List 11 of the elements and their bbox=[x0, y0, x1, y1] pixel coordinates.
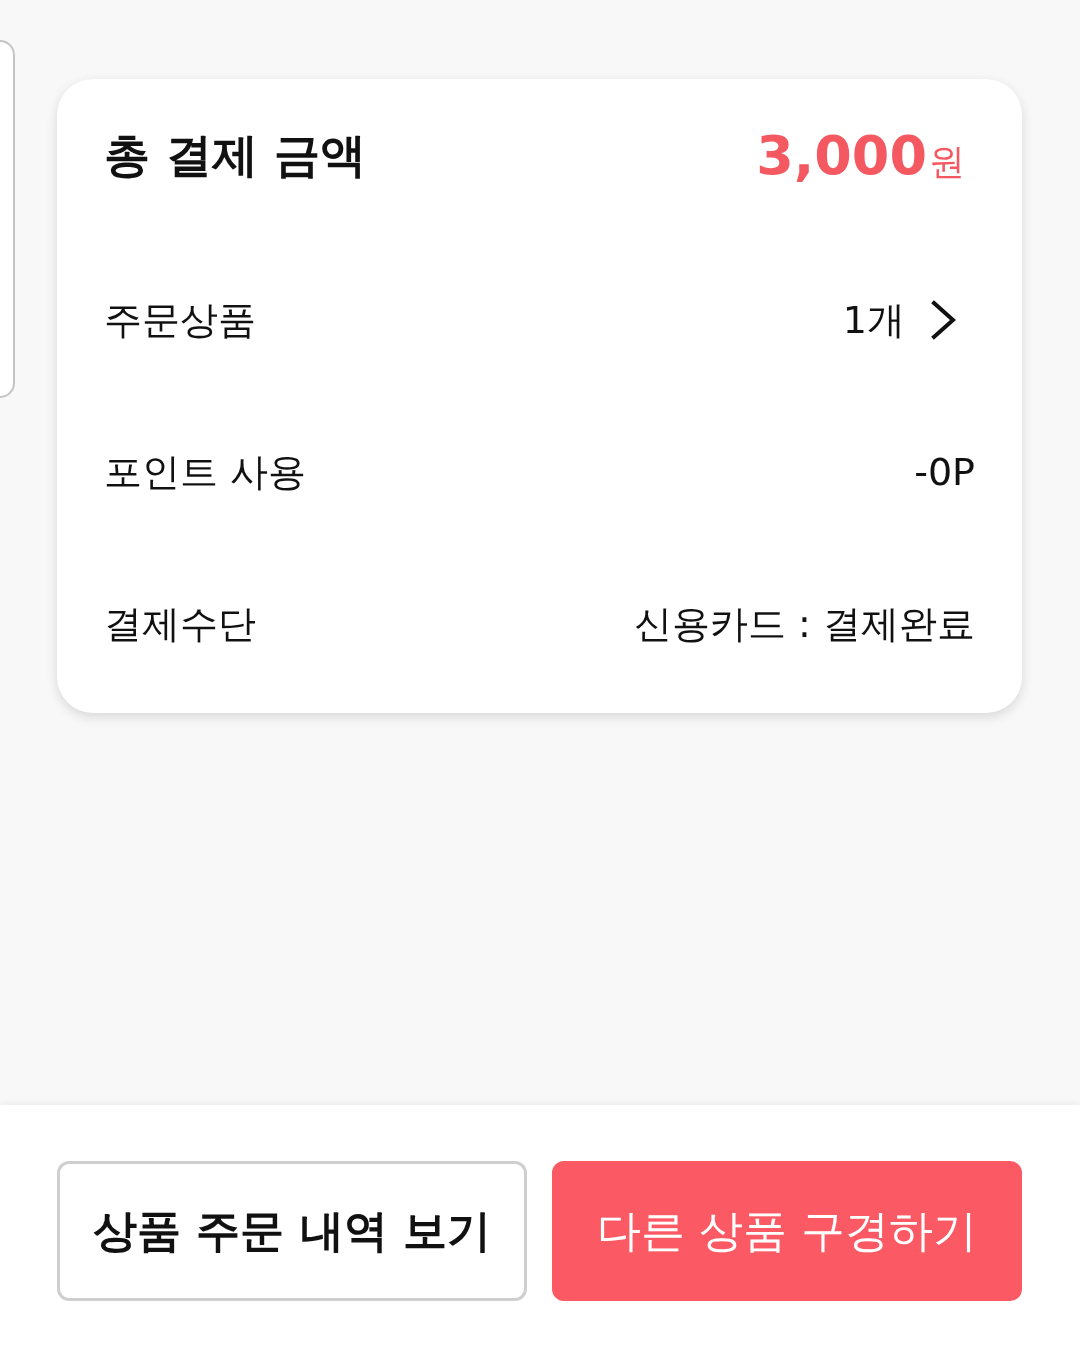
row-label: 주문상품 bbox=[104, 296, 256, 344]
chevron-right-icon[interactable] bbox=[931, 300, 957, 340]
currency-unit: 원 bbox=[929, 139, 965, 184]
row-label: 결제수단 bbox=[104, 600, 256, 648]
row-value: 1개 bbox=[842, 296, 905, 344]
total-amount: 3,000 bbox=[756, 122, 927, 189]
total-title: 총 결제 금액 bbox=[104, 126, 367, 184]
row-label: 포인트 사용 bbox=[104, 448, 307, 496]
row-value: -0P bbox=[914, 448, 975, 496]
action-button[interactable]: 상품 주문 내역 보기 bbox=[57, 1161, 527, 1301]
row-value: 신용카드 : 결제완료 bbox=[634, 600, 975, 648]
